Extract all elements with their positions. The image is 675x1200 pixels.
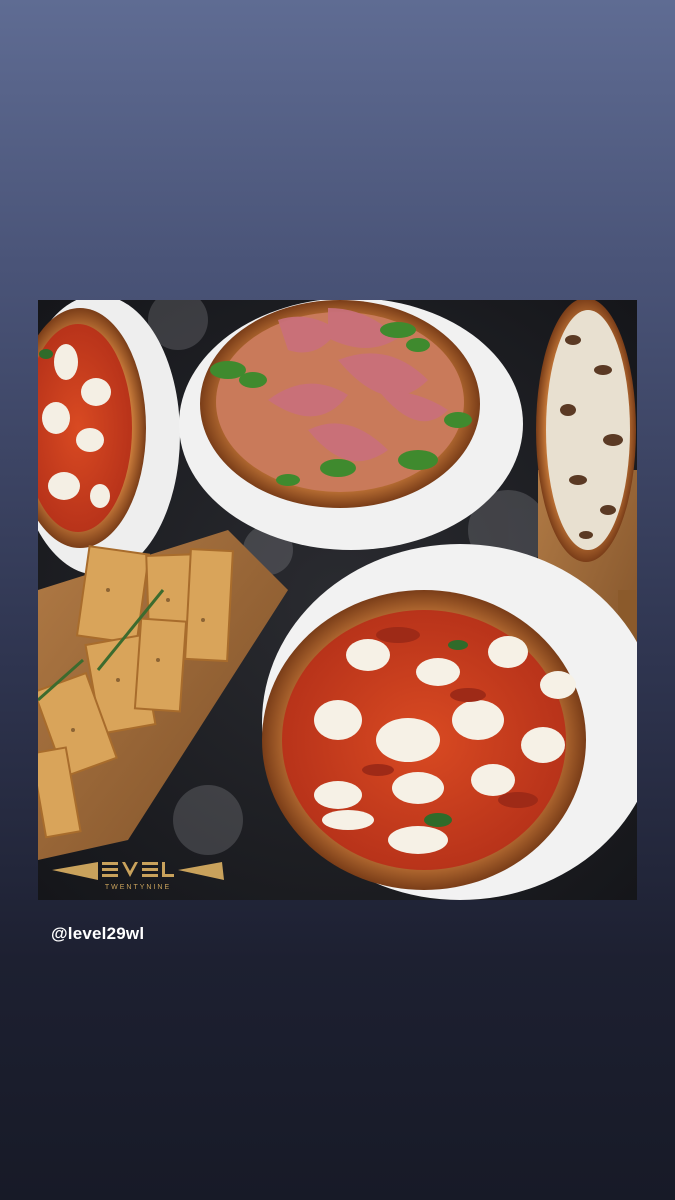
- user-mention[interactable]: @level29wl: [51, 924, 144, 944]
- logo-text: TWENTYNINE: [105, 884, 171, 891]
- pizza-spread-image: TWENTYNINE: [38, 300, 637, 900]
- prosciutto-arugula-plate: [179, 300, 523, 550]
- pizza-photo: TWENTYNINE: [38, 300, 637, 900]
- story-screen: { "story": { "mention": "@level29wl", "p…: [0, 0, 675, 1200]
